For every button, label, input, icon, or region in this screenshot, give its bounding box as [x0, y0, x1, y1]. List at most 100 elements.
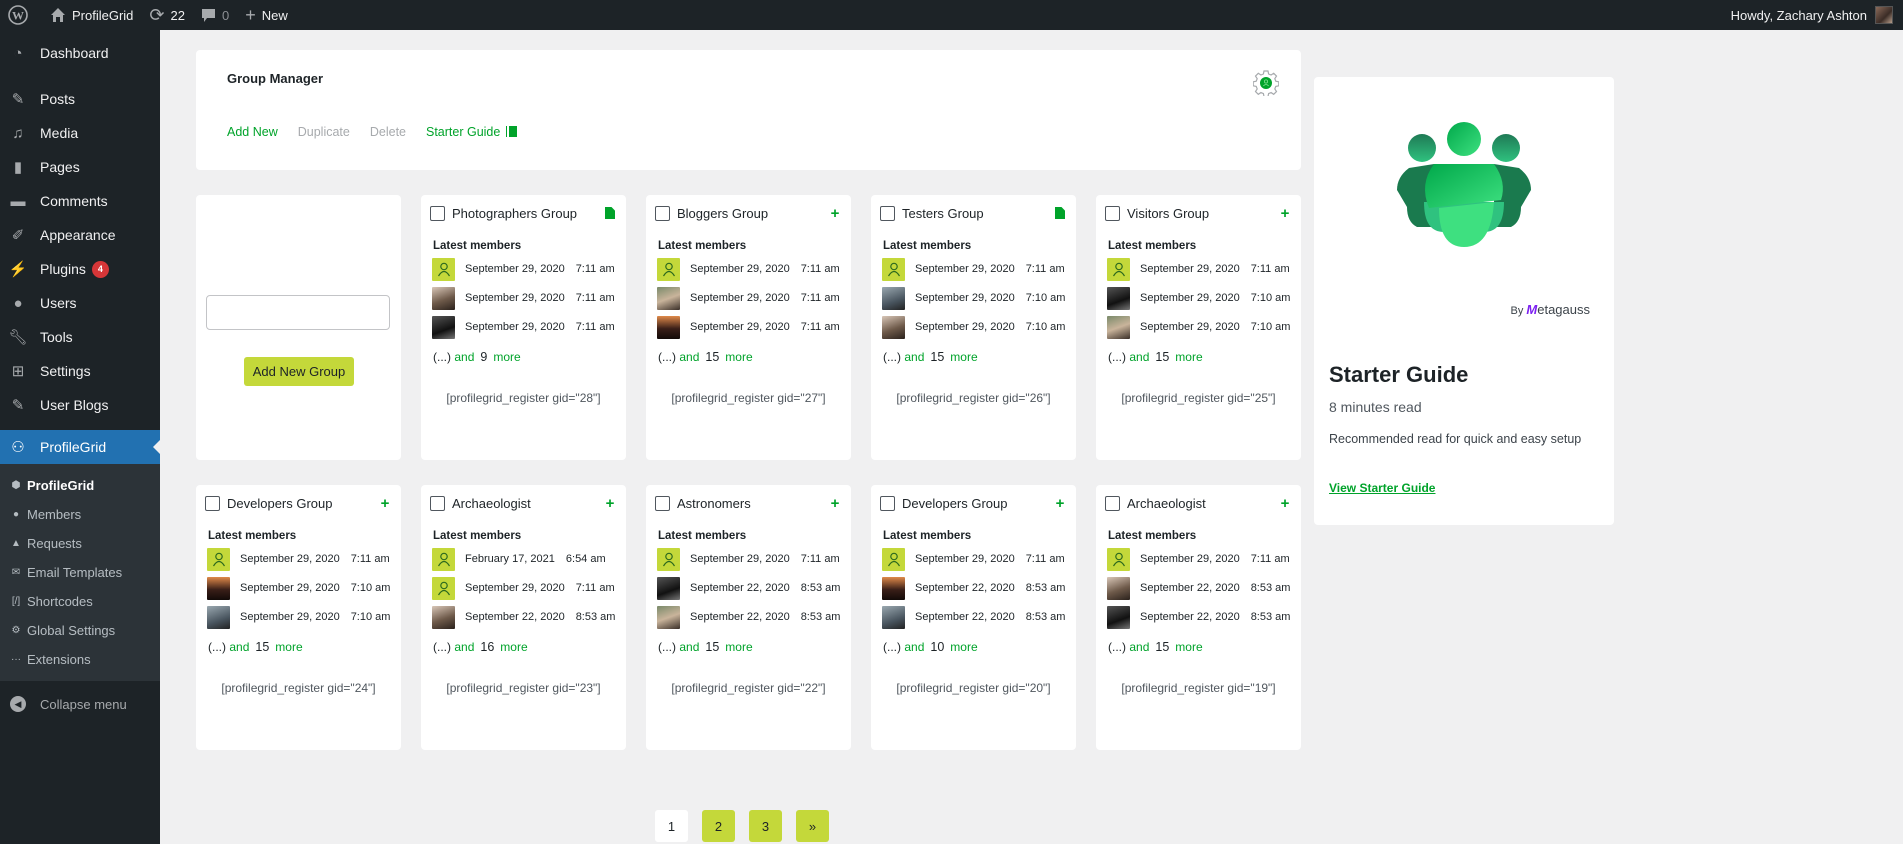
site-name-link[interactable]: ProfileGrid [42, 0, 141, 30]
and-link[interactable]: and [904, 350, 924, 364]
and-link[interactable]: and [229, 640, 249, 654]
more-link[interactable]: more [950, 640, 977, 654]
group-name[interactable]: Archaeologist [452, 496, 604, 511]
collapse-arrow-icon: ◀ [10, 696, 26, 712]
group-select-checkbox[interactable] [880, 495, 895, 511]
latest-members-heading: Latest members [208, 530, 297, 542]
submenu-item-profilegrid[interactable]: ⬢ ProfileGrid [0, 471, 160, 500]
group-name[interactable]: Visitors Group [1127, 206, 1279, 221]
sidebar-item-user-blogs[interactable]: ✎ User Blogs [0, 388, 160, 422]
submenu-item-global-settings[interactable]: ⚙ Global Settings [0, 616, 160, 645]
account-menu[interactable]: Howdy, Zachary Ashton [1723, 0, 1903, 30]
add-plus-icon[interactable]: + [829, 495, 841, 512]
sidebar-item-posts[interactable]: ✎ Posts [0, 82, 160, 116]
sidebar-item-comments[interactable]: ▬ Comments [0, 184, 160, 218]
group-name[interactable]: Testers Group [902, 206, 1054, 221]
default-avatar-icon [432, 257, 455, 281]
and-link[interactable]: and [679, 350, 699, 364]
add-new-group-button[interactable]: Add New Group [244, 357, 354, 386]
settings-gear-icon[interactable] [1253, 70, 1279, 96]
more-link[interactable]: more [725, 640, 752, 654]
page-button[interactable]: 2 [702, 810, 735, 842]
by-label: By [1510, 305, 1524, 317]
group-select-checkbox[interactable] [430, 495, 445, 511]
wordpress-logo-button[interactable]: W [0, 0, 42, 30]
sidebar-item-media[interactable]: ♫ Media [0, 116, 160, 150]
new-content-link[interactable]: + New [237, 0, 296, 30]
add-plus-icon[interactable]: + [1279, 205, 1291, 222]
more-link[interactable]: more [493, 350, 520, 364]
group-select-checkbox[interactable] [880, 205, 895, 221]
sidebar-item-dashboard[interactable]: ◔ Dashboard [0, 36, 160, 70]
member-row: September 29, 2020 7:11 am [657, 547, 840, 571]
more-link[interactable]: more [950, 350, 977, 364]
more-link[interactable]: more [500, 640, 527, 654]
group-name[interactable]: Photographers Group [452, 206, 604, 221]
more-link[interactable]: more [725, 350, 752, 364]
group-name[interactable]: Archaeologist [1127, 496, 1279, 511]
add-plus-icon[interactable]: + [829, 205, 841, 222]
view-starter-guide-link[interactable]: View Starter Guide [1329, 481, 1435, 495]
group-select-checkbox[interactable] [1105, 495, 1120, 511]
and-link[interactable]: and [904, 640, 924, 654]
group-select-checkbox[interactable] [205, 495, 220, 511]
and-link[interactable]: and [679, 640, 699, 654]
page-button[interactable]: 3 [749, 810, 782, 842]
group-name[interactable]: Bloggers Group [677, 206, 829, 221]
submenu-item-members[interactable]: ● Members [0, 500, 160, 529]
edit-page-icon[interactable] [604, 207, 616, 219]
and-link[interactable]: and [1129, 640, 1149, 654]
member-row: September 29, 2020 7:11 am [432, 576, 615, 600]
sidebar-item-pages[interactable]: ▮ Pages [0, 150, 160, 184]
new-group-name-input[interactable] [206, 295, 390, 330]
group-select-checkbox[interactable] [655, 495, 670, 511]
latest-members-heading: Latest members [658, 240, 747, 252]
member-time: 6:54 am [565, 553, 606, 565]
page-button[interactable]: 1 [655, 810, 688, 842]
more-link[interactable]: more [275, 640, 302, 654]
edit-page-icon[interactable] [1054, 207, 1066, 219]
add-plus-icon[interactable]: + [604, 495, 616, 512]
group-select-checkbox[interactable] [655, 205, 670, 221]
member-date: September 29, 2020 [915, 292, 1015, 304]
delete-link[interactable]: Delete [370, 125, 406, 139]
and-link[interactable]: and [454, 640, 474, 654]
group-select-checkbox[interactable] [1105, 205, 1120, 221]
comments-link[interactable]: 0 [193, 0, 237, 30]
more-link[interactable]: more [1175, 640, 1202, 654]
collapse-menu-button[interactable]: ◀ Collapse menu [0, 687, 160, 721]
group-select-checkbox[interactable] [430, 205, 445, 221]
add-plus-icon[interactable]: + [1279, 495, 1291, 512]
group-name[interactable]: Developers Group [902, 496, 1054, 511]
group-shortcode: [profilegrid_register gid="19"] [1121, 681, 1276, 695]
add-plus-icon[interactable]: + [379, 495, 391, 512]
updates-link[interactable]: ⟳ 22 [141, 0, 193, 30]
sidebar-item-tools[interactable]: 🔧︎ Tools [0, 320, 160, 354]
submenu-item-shortcodes[interactable]: [/] Shortcodes [0, 587, 160, 616]
sidebar-item-settings[interactable]: ⊞ Settings [0, 354, 160, 388]
group-name[interactable]: Developers Group [227, 496, 379, 511]
sidebar-item-plugins[interactable]: ⚡ Plugins 4 [0, 252, 160, 286]
add-plus-icon[interactable]: + [1054, 495, 1066, 512]
member-time: 8:53 am [1250, 611, 1291, 623]
member-avatar [882, 315, 905, 339]
duplicate-link[interactable]: Duplicate [298, 125, 350, 139]
submenu-item-extensions[interactable]: ··· Extensions [0, 645, 160, 674]
book-icon [506, 126, 517, 137]
group-name[interactable]: Astronomers [677, 496, 829, 511]
next-page-button[interactable]: » [796, 810, 829, 842]
add-new-link[interactable]: Add New [227, 125, 278, 139]
submenu-item-requests[interactable]: ▲ Requests [0, 529, 160, 558]
sidebar-item-label: Appearance [40, 227, 116, 243]
latest-members-heading: Latest members [883, 530, 972, 542]
ellipsis-text: (...) [658, 640, 676, 654]
and-link[interactable]: and [1129, 350, 1149, 364]
member-row: September 29, 2020 7:10 am [207, 605, 390, 629]
starter-guide-link[interactable]: Starter Guide [426, 125, 517, 139]
and-link[interactable]: and [454, 350, 474, 364]
sidebar-item-users[interactable]: ● Users [0, 286, 160, 320]
more-link[interactable]: more [1175, 350, 1202, 364]
submenu-item-email-templates[interactable]: ✉ Email Templates [0, 558, 160, 587]
sidebar-item-profilegrid[interactable]: ⚇ ProfileGrid [0, 430, 160, 464]
sidebar-item-appearance[interactable]: ✐ Appearance [0, 218, 160, 252]
